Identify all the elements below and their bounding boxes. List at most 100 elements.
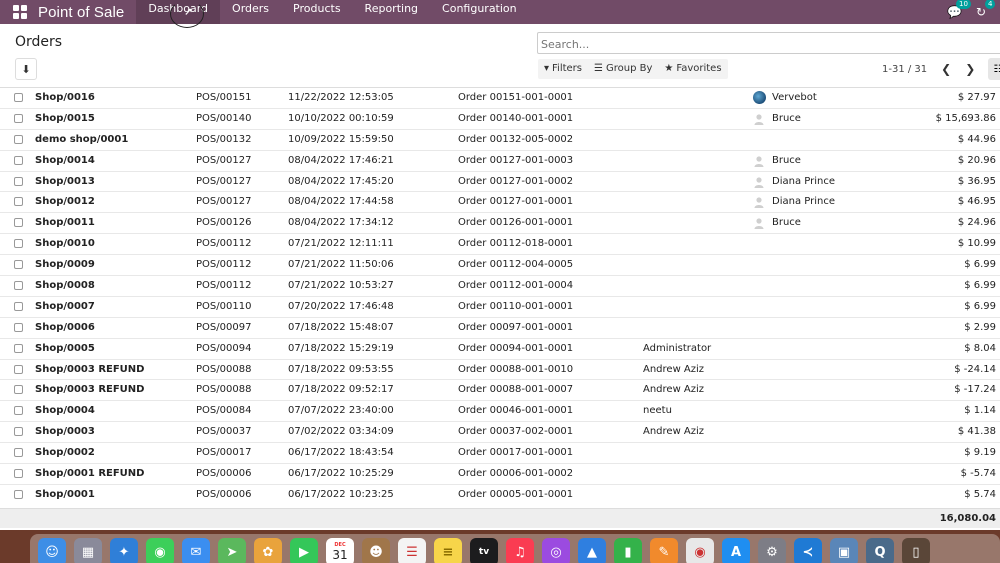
table-row[interactable]: Shop/0011 POS/00126 08/04/2022 17:34:12 Ord… (0, 212, 1000, 233)
order-total: $ 44.96 (957, 133, 996, 145)
messages-icon[interactable]: ◉ (146, 538, 174, 563)
quicktime-icon[interactable]: Q (866, 538, 894, 563)
row-checkbox[interactable] (14, 385, 23, 395)
row-checkbox[interactable] (14, 281, 23, 291)
macos-dock: ☺ ▦ ✦ ◉ ✉ ➤ ✿ ▶ DEC 31 ☻ ☰ ≡ tv ♫ ◎ ▲ ▮ ✎ ◉ A ⚙ ≺ ▣ Q ▯ (30, 534, 1000, 563)
safari-icon[interactable]: ✦ (110, 538, 138, 563)
system-preferences-icon[interactable]: ⚙ (758, 538, 786, 563)
table-row[interactable]: Shop/0005 POS/00094 07/18/2022 15:29:19 Ord… (0, 337, 1000, 359)
row-checkbox[interactable] (14, 197, 23, 207)
row-checkbox[interactable] (14, 489, 23, 499)
trash-icon[interactable]: ▯ (902, 538, 930, 563)
table-row[interactable]: Shop/0009 POS/00112 07/21/2022 11:50:06 Ord… (0, 254, 1000, 275)
nav-configuration[interactable]: Configuration (430, 0, 529, 24)
maps-icon[interactable]: ➤ (218, 538, 246, 563)
trash-glyph: ▯ (912, 544, 920, 560)
search-input[interactable] (538, 34, 1000, 55)
numbers-icon[interactable]: ▮ (614, 538, 642, 563)
group-by-button[interactable]: ☰ Group By (588, 59, 658, 79)
tv-icon[interactable]: tv (470, 538, 498, 563)
row-checkbox[interactable] (14, 260, 23, 270)
preview-icon[interactable]: ▣ (830, 538, 858, 563)
order-customer: Diana Prince (772, 196, 835, 208)
order-employee: Administrator (643, 342, 712, 354)
row-checkbox[interactable] (14, 93, 23, 102)
filters-button[interactable]: ▾ Filters (538, 59, 588, 79)
pager-value[interactable]: 1-31 / 31 (882, 64, 927, 75)
chrome-icon[interactable]: ◉ (686, 538, 714, 563)
contacts-icon[interactable]: ☻ (362, 538, 390, 563)
row-checkbox[interactable] (14, 155, 23, 165)
app-store-icon[interactable]: A (722, 538, 750, 563)
vscode-icon[interactable]: ≺ (794, 538, 822, 563)
row-checkbox[interactable] (14, 176, 23, 186)
table-row[interactable]: Shop/0006 POS/00097 07/18/2022 15:48:07 Ord… (0, 316, 1000, 338)
notes-icon[interactable]: ≡ (434, 538, 462, 563)
table-row[interactable]: Shop/0001 REFUND POS/00006 06/17/2022 10:2… (0, 463, 1000, 484)
table-row[interactable]: Shop/0007 POS/00110 07/20/2022 17:46:48 Ord… (0, 295, 1000, 317)
list-view-icon: ☷ (993, 63, 1000, 75)
row-checkbox[interactable] (14, 134, 23, 144)
keynote-icon[interactable]: ▲ (578, 538, 606, 563)
messages-systray[interactable]: 💬 10 (947, 0, 971, 19)
nav-reporting[interactable]: Reporting (353, 0, 430, 24)
export-button[interactable]: ⬇ (15, 58, 37, 80)
list-view-switch[interactable]: ☷ (988, 58, 1000, 80)
favorites-button[interactable]: ★ Favorites (658, 59, 727, 79)
row-checkbox[interactable] (14, 406, 23, 416)
row-checkbox[interactable] (14, 343, 23, 353)
row-checkbox[interactable] (14, 469, 23, 479)
facetime-icon[interactable]: ▶ (290, 538, 318, 563)
orders-table: Shop/0016 POS/00151 11/22/2022 12:53:05 Ord… (0, 87, 1000, 505)
launchpad-icon[interactable]: ▦ (74, 538, 102, 563)
systray: 💬 10 ↻ 4 (947, 0, 1000, 24)
mail-icon[interactable]: ✉ (182, 538, 210, 563)
apps-menu-icon[interactable] (13, 5, 27, 19)
row-checkbox[interactable] (14, 322, 23, 332)
finder-icon[interactable]: ☺ (38, 538, 66, 563)
table-row[interactable]: Shop/0014 POS/00127 08/04/2022 17:46:21 Ord… (0, 149, 1000, 171)
table-row[interactable]: Shop/0001 POS/00006 06/17/2022 10:23:25 Ord… (0, 483, 1000, 505)
table-row[interactable]: Shop/0010 POS/00112 07/21/2022 12:11:11 Ord… (0, 233, 1000, 254)
row-checkbox[interactable] (14, 218, 23, 228)
reminders-icon[interactable]: ☰ (398, 538, 426, 563)
order-ref: Order 00126-001-0001 (458, 217, 574, 229)
table-row[interactable]: Shop/0004 POS/00084 07/07/2022 23:40:00 Ord… (0, 400, 1000, 421)
calendar-icon[interactable]: DEC 31 (326, 538, 354, 563)
row-checkbox[interactable] (14, 301, 23, 311)
star-icon: ★ (664, 63, 674, 74)
pager-next-icon[interactable]: ❯ (965, 62, 975, 76)
podcasts-icon[interactable]: ◎ (542, 538, 570, 563)
order-total: $ 15,693.86 (935, 112, 996, 124)
nav-products[interactable]: Products (281, 0, 353, 24)
table-row[interactable]: Shop/0008 POS/00112 07/21/2022 10:53:27 Ord… (0, 275, 1000, 296)
table-row[interactable]: Shop/0003 POS/00037 07/02/2022 03:34:09 Ord… (0, 421, 1000, 442)
table-row[interactable]: demo shop/0001 POS/00132 10/09/2022 15:59:… (0, 128, 1000, 150)
table-row[interactable]: Shop/0003 REFUND POS/00088 07/18/2022 09:5… (0, 358, 1000, 380)
top-navbar: Point of Sale Dashboard Orders Products … (0, 0, 1000, 28)
table-row[interactable]: Shop/0015 POS/00140 10/10/2022 00:10:59 Ord… (0, 107, 1000, 129)
row-checkbox[interactable] (14, 364, 23, 374)
table-row[interactable]: Shop/0003 REFUND POS/00088 07/18/2022 09:5… (0, 379, 1000, 400)
row-checkbox[interactable] (14, 113, 23, 123)
order-date: 07/20/2022 17:46:48 (288, 300, 394, 312)
pages-icon[interactable]: ✎ (650, 538, 678, 563)
pager-previous-icon[interactable]: ❮ (941, 62, 951, 76)
order-name: Shop/0003 REFUND (35, 384, 145, 396)
nav-orders[interactable]: Orders (220, 0, 281, 24)
order-total: $ 6.99 (964, 259, 996, 271)
activities-systray[interactable]: ↻ 4 (976, 0, 996, 19)
music-icon[interactable]: ♫ (506, 538, 534, 563)
favorites-label: Favorites (676, 63, 722, 74)
table-row[interactable]: Shop/0013 POS/00127 08/04/2022 17:45:20 Ord… (0, 170, 1000, 192)
order-ref: Order 00112-018-0001 (458, 238, 574, 250)
table-row[interactable]: Shop/0012 POS/00127 08/04/2022 17:44:58 Ord… (0, 191, 1000, 212)
table-row[interactable]: Shop/0016 POS/00151 11/22/2022 12:53:05 Ord… (0, 87, 1000, 108)
table-row[interactable]: Shop/0002 POS/00017 06/17/2022 18:43:54 Ord… (0, 442, 1000, 463)
preview-glyph: ▣ (837, 544, 851, 560)
row-checkbox[interactable] (14, 427, 23, 437)
row-checkbox[interactable] (14, 239, 23, 249)
app-title[interactable]: Point of Sale (38, 4, 124, 21)
photos-icon[interactable]: ✿ (254, 538, 282, 563)
row-checkbox[interactable] (14, 448, 23, 458)
